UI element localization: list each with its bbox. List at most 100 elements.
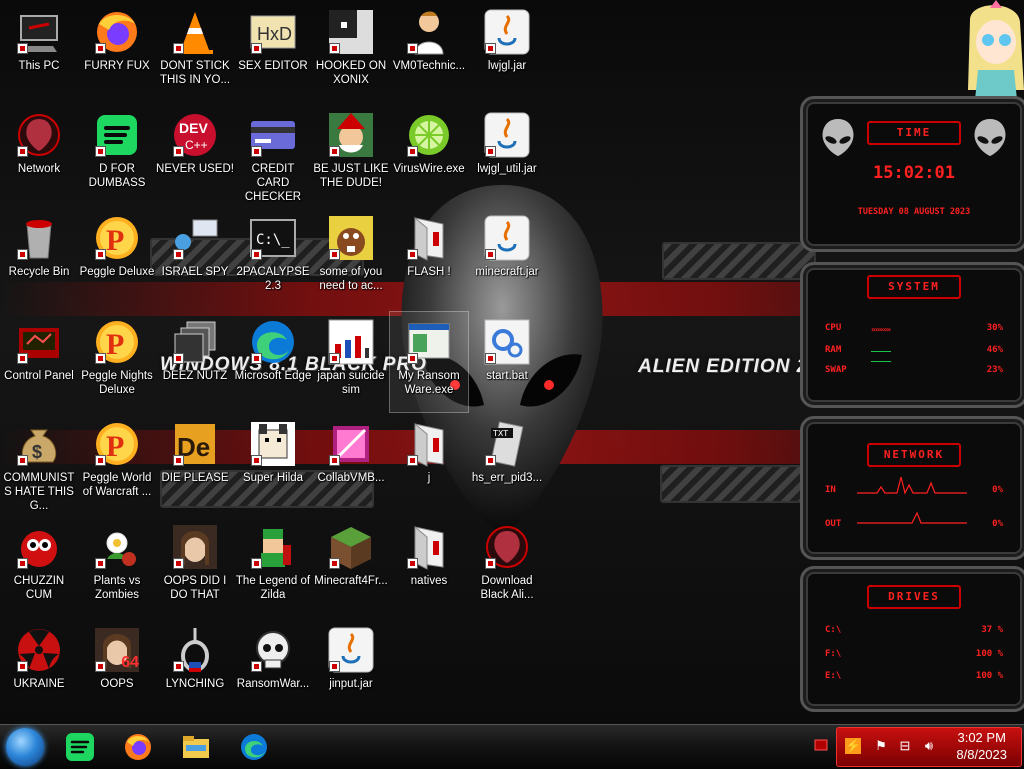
firefox-icon[interactable] xyxy=(120,730,156,764)
desktop-icon[interactable]: CREDIT CARD CHECKER xyxy=(234,105,312,205)
svg-text:C++: C++ xyxy=(185,138,208,152)
hxd-editor-icon: HxD xyxy=(249,8,297,56)
desktop-icon-label: 2PACALYPSE 2.3 xyxy=(236,266,310,292)
desktop-icon[interactable]: FLASH ! xyxy=(390,208,468,308)
desktop-icon[interactable]: FURRY FUX xyxy=(78,2,156,102)
spotify-icon[interactable] xyxy=(62,730,98,764)
java-jar-icon xyxy=(483,214,531,262)
desktop-icon[interactable]: My Ransom Ware.exe xyxy=(389,311,469,413)
desktop-icon[interactable]: DEV C++ NEVER USED! xyxy=(156,105,234,205)
desktop-icon[interactable]: HxD SEX EDITOR xyxy=(234,2,312,102)
desktop-icon[interactable]: VirusWire.exe xyxy=(390,105,468,205)
file-explorer-icon[interactable] xyxy=(178,730,214,764)
volume-icon[interactable]: 🔊︎ xyxy=(921,738,937,754)
desktop-icon-label: ISRAEL SPY xyxy=(161,266,229,278)
desktop-icon[interactable]: Control Panel xyxy=(0,312,78,412)
desktop-icon[interactable]: Super Hilda xyxy=(234,414,312,514)
desktop-icon[interactable]: minecraft.jar xyxy=(468,208,546,308)
desktop-icon[interactable]: ISRAEL SPY xyxy=(156,208,234,308)
desktop-icon[interactable]: The Legend of Zilda xyxy=(234,517,312,617)
java-jar-icon xyxy=(327,626,375,674)
credit-card-icon xyxy=(249,111,297,159)
folder-icon xyxy=(405,214,453,262)
network-in-label: IN xyxy=(825,485,836,495)
wallpaper-grill xyxy=(662,242,816,280)
wallpaper-title-right: ALIEN EDITION 20 xyxy=(638,356,820,377)
desktop-icon[interactable]: 64 OOPS xyxy=(78,620,156,720)
desktop-icon[interactable]: P Peggle Nights Deluxe xyxy=(78,312,156,412)
desktop-icon-label: Super Hilda xyxy=(242,472,304,484)
desktop-icon[interactable]: Minecraft4Fr... xyxy=(312,517,390,617)
desktop-icon-label: Microsoft Edge xyxy=(234,370,312,382)
taskbar-clock[interactable]: 3:02 PM 8/8/2023 xyxy=(956,729,1007,763)
desktop-icon[interactable]: UKRAINE xyxy=(0,620,78,720)
java-jar-icon xyxy=(483,8,531,56)
shortcut-arrow-icon xyxy=(485,455,496,466)
desktop-icon[interactable]: Network xyxy=(0,105,78,205)
network-tray-icon[interactable]: ⊟ xyxy=(897,738,913,754)
desktop-icon[interactable]: De DIE PLEASE xyxy=(156,414,234,514)
desktop-icon[interactable]: VM0Technic... xyxy=(390,2,468,102)
desktop-icon-label: Network xyxy=(17,163,61,175)
recycle-bin-icon xyxy=(15,214,63,262)
drive-c-value: 37 % xyxy=(981,625,1003,635)
desktop-icon[interactable]: DONT STICK THIS IN YO... xyxy=(156,2,234,102)
shortcut-arrow-icon xyxy=(329,558,340,569)
drive-e-label: E:\ xyxy=(825,671,842,681)
desktop-icon[interactable]: japan suicide sim xyxy=(312,312,390,412)
desktop-icon[interactable]: P Peggle Deluxe xyxy=(78,208,156,308)
desktop-icon-label: BE JUST LIKE THE DUDE! xyxy=(313,163,389,189)
desktop-icon[interactable]: Plants vs Zombies xyxy=(78,517,156,617)
desktop-icon-label: CollabVMB... xyxy=(317,472,385,484)
desktop-icon[interactable]: OOPS DID I DO THAT xyxy=(156,517,234,617)
notification-flag-icon[interactable] xyxy=(812,736,830,754)
desktop-icon[interactable]: P Peggle World of Warcraft ... xyxy=(78,414,156,514)
desktop-icon-label: Peggle World of Warcraft ... xyxy=(82,472,152,498)
desktop-icon[interactable]: lwjgl.jar xyxy=(468,2,546,102)
edge-icon xyxy=(249,318,297,366)
desktop-icon[interactable]: jinput.jar xyxy=(312,620,390,720)
desktop-icon[interactable]: lwjgl_util.jar xyxy=(468,105,546,205)
desktop-icon[interactable]: j xyxy=(390,414,468,514)
start-button[interactable] xyxy=(6,728,44,766)
desktop-icon[interactable]: RansomWar... xyxy=(234,620,312,720)
desktop-icon[interactable]: TXT hs_err_pid3... xyxy=(468,414,546,514)
desktop-icon[interactable]: Microsoft Edge xyxy=(234,312,312,412)
shortcut-arrow-icon xyxy=(407,249,418,260)
edge-icon[interactable] xyxy=(236,730,272,764)
desktop-icon[interactable]: some of you need to ac... xyxy=(312,208,390,308)
alien-head-icon xyxy=(822,119,854,156)
desktop-icon[interactable]: D FOR DUMBASS xyxy=(78,105,156,205)
desktop-icon[interactable]: natives xyxy=(390,517,468,617)
shortcut-arrow-icon xyxy=(329,249,340,260)
desktop[interactable]: WINDOWS 8.1 BLACK PRO ALIEN EDITION 20 T… xyxy=(0,0,1024,724)
power-icon[interactable]: ⚡ xyxy=(845,738,861,754)
desktop-icon[interactable]: Recycle Bin xyxy=(0,208,78,308)
desktop-icon[interactable]: This PC xyxy=(0,2,78,102)
desktop-icon[interactable]: HOOKED ON XONIX xyxy=(312,2,390,102)
shortcut-arrow-icon xyxy=(407,146,418,157)
desktop-icon[interactable]: Download Black Ali... xyxy=(468,517,546,617)
desktop-icon-label: natives xyxy=(410,575,448,587)
desktop-icon[interactable]: start.bat xyxy=(468,312,546,412)
desktop-icon[interactable]: BE JUST LIKE THE DUDE! xyxy=(312,105,390,205)
shortcut-arrow-icon xyxy=(173,249,184,260)
desktop-icon-label: OOPS xyxy=(100,678,134,690)
shortcut-arrow-icon xyxy=(485,43,496,54)
desktop-icon-label: Download Black Ali... xyxy=(480,575,534,601)
desktop-icon[interactable]: DEEZ NUTZ xyxy=(156,312,234,412)
network-out-label: OUT xyxy=(825,519,842,529)
shortcut-arrow-icon xyxy=(173,558,184,569)
network-out-value: 0% xyxy=(992,519,1003,529)
action-center-flag-icon[interactable]: ⚑ xyxy=(873,738,889,754)
desktop-icon[interactable]: $ COMMUNISTS HATE THIS G... xyxy=(0,414,78,514)
desktop-icon[interactable]: C:\_ 2PACALYPSE 2.3 xyxy=(234,208,312,308)
desktop-icon[interactable]: CHUZZIN CUM xyxy=(0,517,78,617)
dev-cpp-icon: DEV C++ xyxy=(171,111,219,159)
desktop-icon[interactable]: CollabVMB... xyxy=(312,414,390,514)
shortcut-arrow-icon xyxy=(485,353,496,364)
desktop-icon-label: CHUZZIN CUM xyxy=(13,575,65,601)
desktop-icon[interactable]: LYNCHING xyxy=(156,620,234,720)
shortcut-arrow-icon xyxy=(251,146,262,157)
cpu-label: CPU xyxy=(825,323,842,333)
